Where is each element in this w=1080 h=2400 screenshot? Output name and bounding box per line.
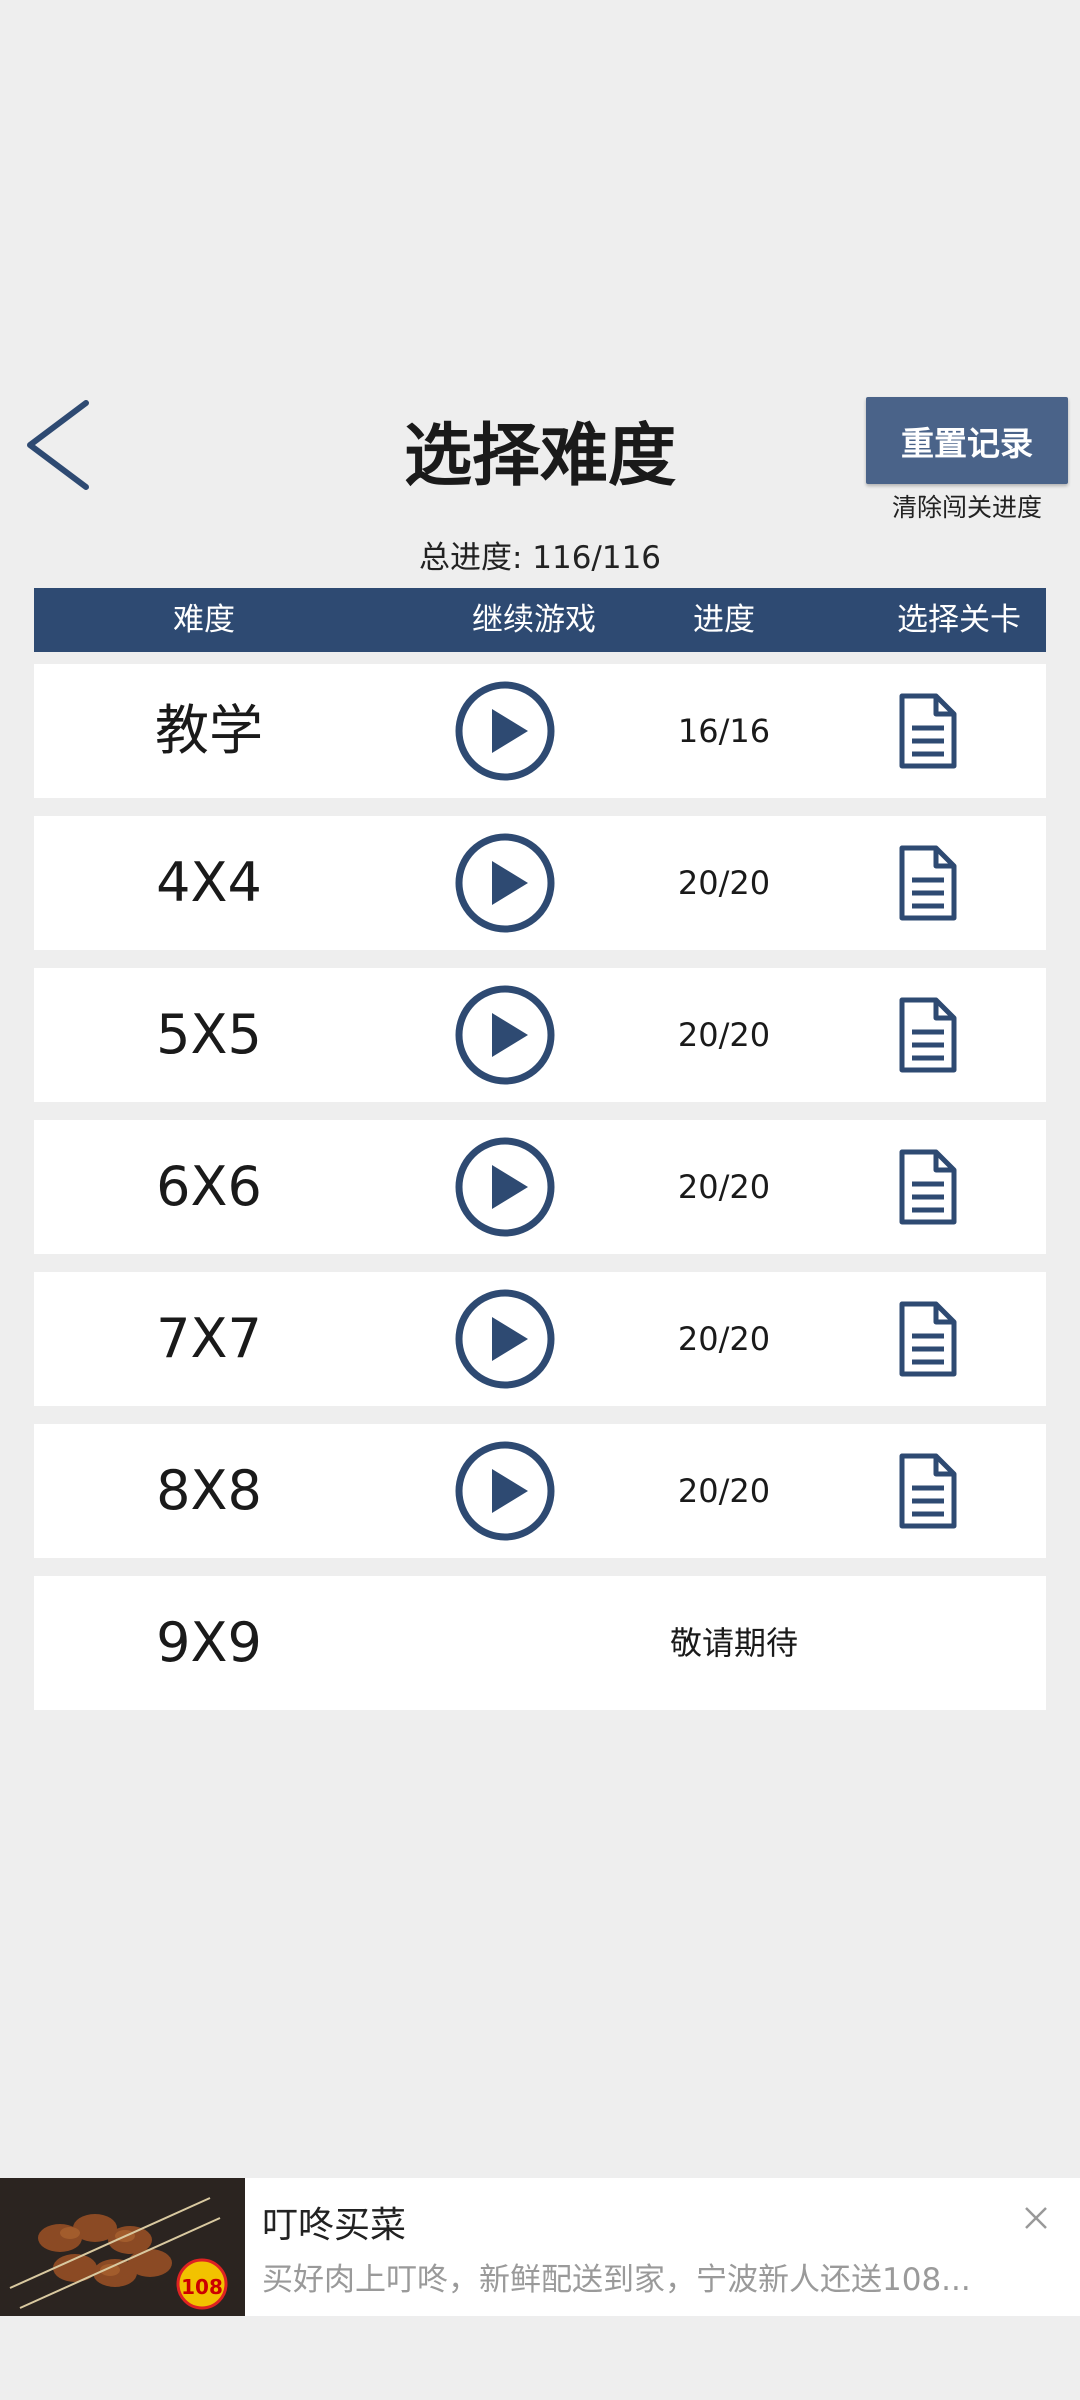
play-button[interactable] xyxy=(454,680,556,782)
ad-badge-text: 108 xyxy=(181,2275,223,2299)
play-button[interactable] xyxy=(454,1136,556,1238)
level-progress: 20/20 xyxy=(677,1016,771,1054)
table-row: 教学 16/16 xyxy=(34,664,1046,798)
table-row: 6X6 20/20 xyxy=(34,1120,1046,1254)
table-row: 4X4 20/20 xyxy=(34,816,1046,950)
document-icon xyxy=(899,1149,957,1225)
select-level-button[interactable] xyxy=(896,1298,960,1380)
difficulty-name: 5X5 xyxy=(156,1003,262,1066)
play-icon xyxy=(455,681,555,781)
column-header-difficulty: 难度 xyxy=(173,602,235,638)
play-button[interactable] xyxy=(454,1288,556,1390)
document-icon xyxy=(899,997,957,1073)
document-icon xyxy=(899,1301,957,1377)
column-header-select-level: 选择关卡 xyxy=(897,602,1021,638)
table-row: 5X5 20/20 xyxy=(34,968,1046,1102)
ad-image[interactable]: 108 xyxy=(0,2178,245,2316)
difficulty-name: 8X8 xyxy=(156,1459,262,1522)
close-icon xyxy=(1025,2207,1047,2229)
level-progress: 20/20 xyxy=(677,1168,771,1206)
ad-banner[interactable]: 108 叮咚买菜 买好肉上叮咚，新鲜配送到家，宁波新人还送108... xyxy=(0,2178,1080,2316)
play-icon xyxy=(455,1289,555,1389)
document-icon xyxy=(899,1453,957,1529)
select-level-button[interactable] xyxy=(896,1146,960,1228)
total-progress: 总进度: 116/116 xyxy=(418,540,662,576)
table-row: 8X8 20/20 xyxy=(34,1424,1046,1558)
column-header-progress: 进度 xyxy=(693,602,755,638)
play-icon xyxy=(455,1137,555,1237)
select-level-button[interactable] xyxy=(896,690,960,772)
play-icon xyxy=(455,1441,555,1541)
ad-close-button[interactable] xyxy=(1018,2200,1054,2236)
level-progress: 16/16 xyxy=(677,712,771,750)
reset-subtitle: 清除闯关进度 xyxy=(891,493,1042,522)
select-level-button[interactable] xyxy=(896,1450,960,1532)
difficulty-name: 教学 xyxy=(155,699,263,762)
select-level-button[interactable] xyxy=(896,994,960,1076)
ad-title: 叮咚买菜 xyxy=(262,2205,407,2246)
level-progress: 20/20 xyxy=(677,1320,771,1358)
document-icon xyxy=(899,845,957,921)
difficulty-name: 7X7 xyxy=(156,1307,262,1370)
document-icon xyxy=(899,693,957,769)
select-level-button[interactable] xyxy=(896,842,960,924)
difficulty-name: 6X6 xyxy=(156,1155,262,1218)
table-row-locked: 9X9 敬请期待 xyxy=(34,1576,1046,1710)
ad-description: 买好肉上叮咚，新鲜配送到家，宁波新人还送108... xyxy=(262,2262,971,2298)
play-icon xyxy=(455,833,555,933)
table-header: 难度 继续游戏 进度 选择关卡 xyxy=(34,588,1046,652)
play-button[interactable] xyxy=(454,984,556,1086)
level-progress: 20/20 xyxy=(677,864,771,902)
difficulty-name: 9X9 xyxy=(156,1611,262,1674)
table-row: 7X7 20/20 xyxy=(34,1272,1046,1406)
reset-records-button[interactable]: 重置记录 xyxy=(866,397,1068,484)
level-progress: 20/20 xyxy=(677,1472,771,1510)
skewers-image: 108 xyxy=(0,2178,245,2316)
difficulty-list: 教学 16/16 4X4 20/20 5X5 20/20 6X6 20/20 7… xyxy=(34,664,1046,1728)
play-button[interactable] xyxy=(454,832,556,934)
play-icon xyxy=(455,985,555,1085)
difficulty-name: 4X4 xyxy=(156,851,262,914)
play-button[interactable] xyxy=(454,1440,556,1542)
coming-soon-label: 敬请期待 xyxy=(669,1624,798,1662)
